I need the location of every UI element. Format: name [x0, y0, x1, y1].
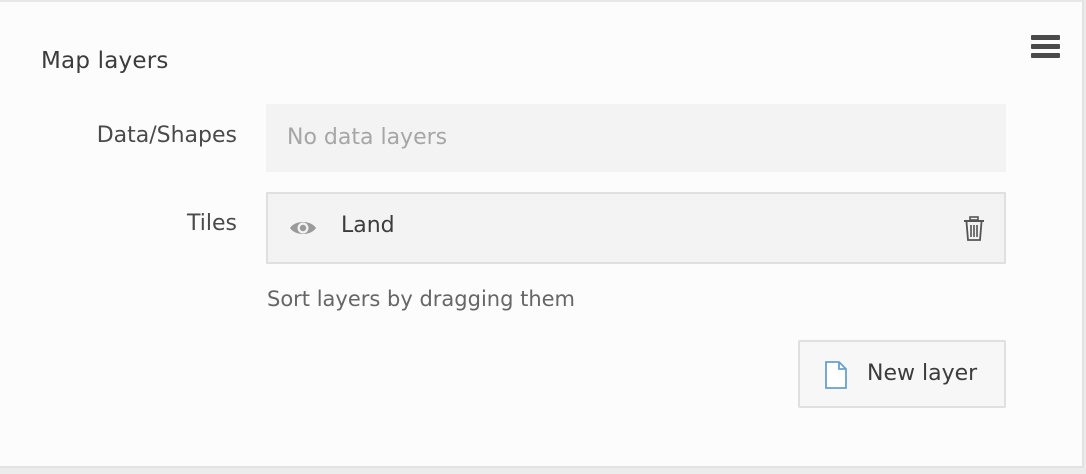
data-shapes-label: Data/Shapes [96, 123, 237, 148]
file-icon [824, 361, 848, 389]
new-layer-button[interactable]: New layer [798, 340, 1006, 408]
trash-icon[interactable] [963, 216, 985, 242]
data-layers-empty-box: No data layers [266, 104, 1006, 172]
eye-icon[interactable] [288, 216, 318, 240]
sort-layers-hint: Sort layers by dragging them [267, 287, 576, 311]
hamburger-menu-icon[interactable] [1031, 35, 1060, 59]
panel-title: Map layers [41, 48, 169, 74]
tiles-label: Tiles [187, 211, 237, 236]
tile-layer-name: Land [341, 213, 395, 238]
tile-layer-row[interactable]: Land [266, 192, 1006, 264]
map-layers-panel: Map layers Data/Shapes No data layers Ti… [0, 0, 1084, 468]
new-layer-label: New layer [867, 361, 978, 386]
